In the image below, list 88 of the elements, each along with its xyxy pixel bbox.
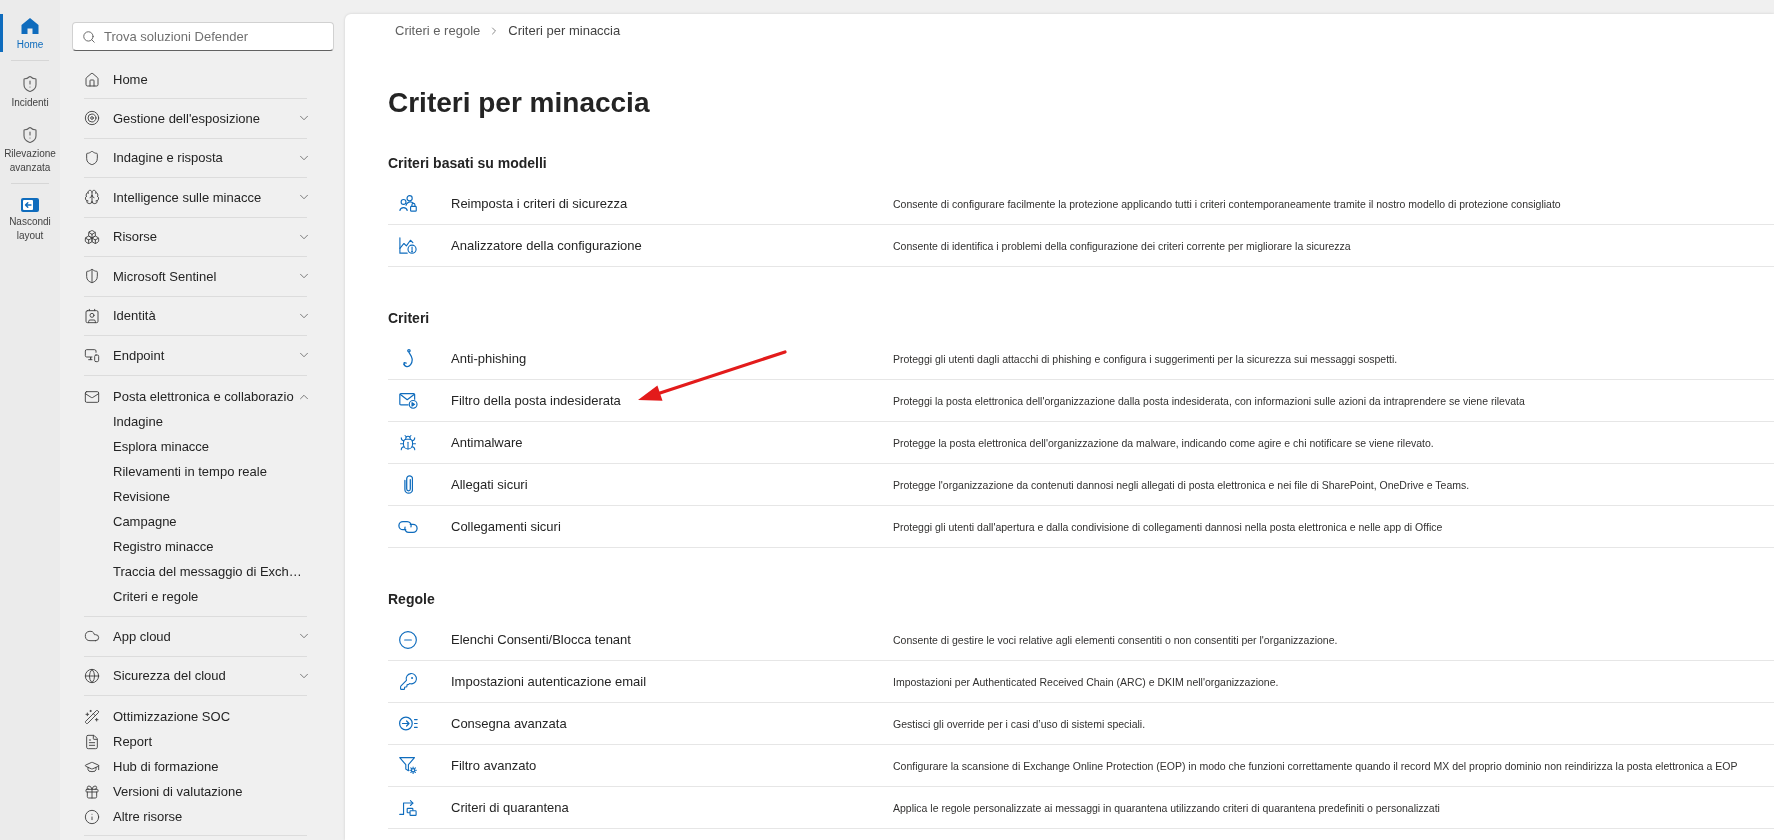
search-icon (82, 29, 96, 44)
nav-section[interactable]: Indagine e risposta (84, 138, 311, 177)
nav-subitem[interactable]: Campagne (84, 509, 311, 535)
policy-description: Applica le regole personalizzate ai messaggi in quarantena utilizzando criteri di quarantena predefiniti o personalizzati (893, 800, 1441, 815)
brain-icon (84, 189, 100, 206)
wand-icon (84, 708, 100, 725)
minus-circle-icon (398, 629, 418, 650)
policy-link[interactable]: Consegna avanzata (451, 714, 567, 733)
flow-box-icon (399, 799, 417, 816)
section-heading: Regole (388, 590, 436, 609)
nav-section[interactable]: Gestione dell'esposizione (84, 99, 311, 138)
home-icon (21, 17, 39, 35)
nav-item[interactable]: Report (84, 729, 311, 754)
paperclip-icon (403, 475, 413, 494)
policy-description: Proteggi gli utenti dagli attacchi di phishing e configura i suggerimenti per la sicurezza sui messaggi sospetti. (893, 351, 1399, 366)
policy-description: Impostazioni per Authenticated Received Chain (ARC) e DKIM nell'organizzazione. (893, 674, 1280, 689)
nav-subitem[interactable]: Indagine (84, 409, 311, 435)
mail-icon (84, 388, 100, 405)
policy-description: Consente di configurare facilmente la protezione applicando tutti i criteri contemporaneamente tramite il nostro modello di protezione consigliato (893, 196, 1562, 211)
policy-description: Proteggi la posta elettronica dell'organizzazione dalla posta indesiderata, con informazioni sulle azioni da intraprendere se viene rilevata (893, 393, 1526, 408)
rail-button[interactable]: Nascondi layout (0, 195, 60, 243)
gift-icon (84, 783, 100, 800)
nav-section[interactable]: Identità (84, 296, 311, 335)
boxes-icon (84, 228, 100, 245)
hook-icon (402, 349, 414, 368)
shield-icon (84, 268, 100, 285)
policy-description: Consente di gestire le voci relative agli elementi consentiti o non consentiti per l'organizzazione. (893, 632, 1339, 647)
policy-link[interactable]: Impostazioni autenticazione email (451, 672, 647, 691)
policy-link[interactable]: Anti-phishing (451, 349, 527, 368)
chart-alert-icon (399, 237, 417, 254)
breadcrumb-link[interactable]: Criteri e regole (395, 21, 481, 41)
policy-description: Configurare la scansione di Exchange Online Protection (EOP) in modo che funzioni correttamente quando il record MX del proprio dominio non reindirizza la posta elettronica a EOP (893, 758, 1739, 773)
shield-alert-icon (21, 126, 39, 144)
shield-icon (84, 149, 100, 166)
nav-subitem[interactable]: Traccia del messaggio di Exch… (84, 559, 311, 585)
nav-section[interactable]: Intelligence sulle minacce (84, 178, 311, 217)
link-icon (398, 519, 418, 534)
mail-play-icon (398, 392, 418, 409)
page-title: Criteri per minaccia (388, 86, 651, 120)
search-field[interactable]: Trova soluzioni Defender (72, 22, 334, 51)
policy-link[interactable]: Filtro della posta indesiderata (451, 391, 621, 410)
breadcrumb-current: Criteri per minaccia (508, 22, 621, 41)
nav-section[interactable]: Endpoint (84, 336, 311, 375)
nav-item[interactable]: Hub di formazione (84, 754, 311, 779)
nav-item[interactable]: Home (84, 67, 311, 92)
nav-subitem[interactable]: Rilevamenti in tempo reale (84, 459, 311, 485)
info-icon (84, 808, 100, 825)
section-heading: Criteri basati su modelli (388, 154, 548, 173)
rail-button[interactable]: Incidenti (0, 72, 60, 110)
policy-link[interactable]: Criteri di quarantena (451, 798, 569, 817)
globe-icon (84, 667, 100, 684)
nav-section[interactable]: Microsoft Sentinel (84, 257, 311, 296)
document-icon (84, 733, 100, 750)
bug-icon (399, 433, 417, 452)
policy-link[interactable]: Reimposta i criteri di sicurezza (451, 194, 628, 213)
policy-description: Protegge la posta elettronica dell'organizzazione da malware, indicando come agire e chi notificare se viene rilevato. (893, 435, 1435, 450)
nav-section[interactable]: App cloud (84, 617, 311, 656)
policy-link[interactable]: Allegati sicuri (451, 475, 528, 494)
policy-description: Gestisci gli override per i casi d’uso di sistemi speciali. (893, 716, 1147, 731)
policy-link[interactable]: Analizzatore della configurazione (451, 236, 642, 255)
policy-description: Consente di identifica i problemi della configurazione dei criteri corrente per migliorare la sicurezza (893, 238, 1352, 253)
devices-icon (84, 347, 100, 364)
nav-section[interactable]: Risorse (84, 217, 311, 256)
policy-description: Protegge l'organizzazione da contenuti dannosi negli allegati di posta elettronica e nei file di SharePoint, OneDrive e Teams. (893, 477, 1471, 492)
nav-item[interactable]: Ottimizzazione SOC (84, 704, 311, 729)
policy-link[interactable]: Elenchi Consenti/Blocca tenant (451, 630, 631, 649)
section-heading: Criteri (388, 309, 431, 328)
policy-link[interactable]: Antimalware (451, 433, 523, 452)
nav-item[interactable]: Altre risorse (84, 804, 311, 829)
house-icon (84, 71, 100, 88)
rail-button[interactable]: Rilevazione avanzata (0, 123, 60, 175)
shield-alert-icon (21, 75, 39, 93)
nav-subitem[interactable]: Registro minacce (84, 534, 311, 560)
users-lock-icon (399, 195, 417, 212)
nav-section[interactable]: Sicurezza del cloud (84, 656, 311, 695)
policy-description: Proteggi gli utenti dall'apertura e dalla condivisione di collegamenti dannosi nella posta elettronica e nelle app di Office (893, 519, 1444, 534)
policy-link[interactable]: Filtro avanzato (451, 756, 537, 775)
nav-section[interactable]: Posta elettronica e collaborazio (84, 375, 311, 410)
key-icon (398, 672, 418, 691)
id-card-icon (84, 307, 100, 324)
funnel-gear-icon (399, 757, 417, 774)
nav-subitem[interactable]: Revisione (84, 484, 311, 510)
nav-subitem[interactable]: Criteri e regole (84, 584, 311, 610)
nav-item[interactable]: Versioni di valutazione (84, 779, 311, 804)
policy-link[interactable]: Collegamenti sicuri (451, 517, 561, 536)
nav-subitem[interactable]: Esplora minacce (84, 434, 311, 460)
arrow-circle-icon (398, 716, 418, 731)
target-icon (84, 110, 100, 127)
